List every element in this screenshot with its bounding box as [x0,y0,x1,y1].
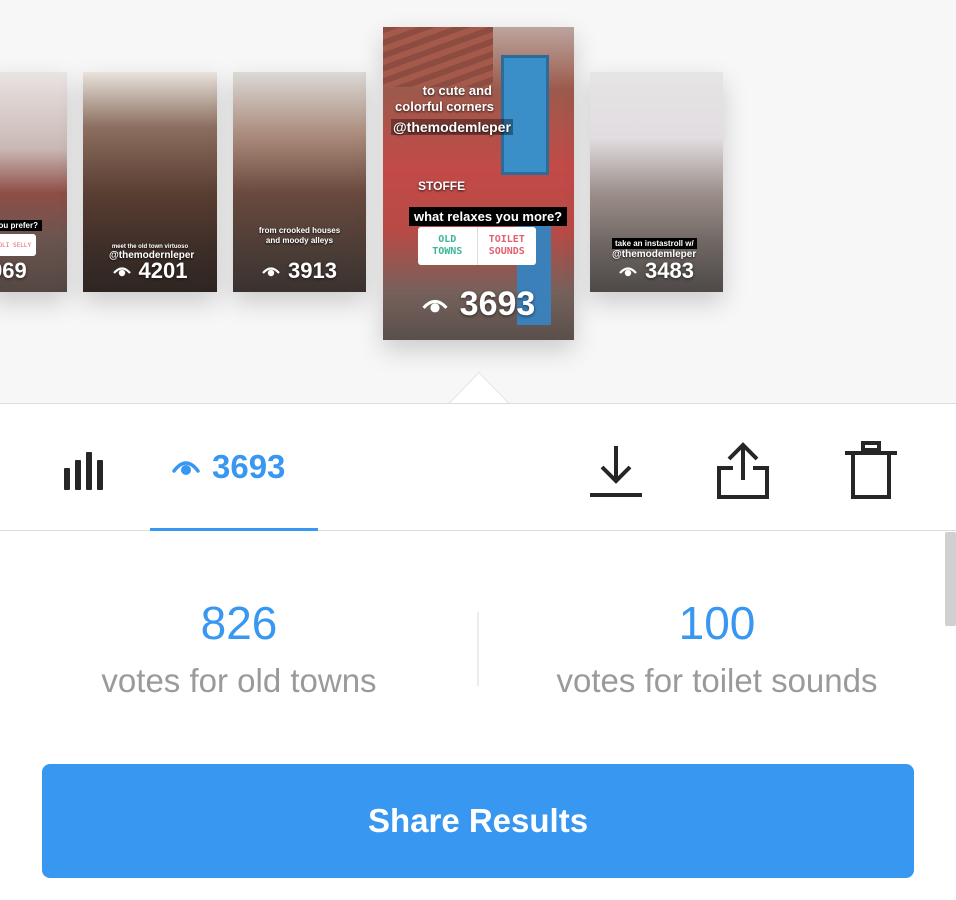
story-poll: TOLI SELLY [0,234,36,256]
vote-count: 826 [200,597,278,649]
story-view-count: 3693 [459,285,536,323]
vote-label: votes for old towns [101,662,377,699]
story-view-count: 3913 [288,258,337,283]
poll-result-option-b: 100 votes for toilet sounds [478,595,956,701]
eye-icon [619,267,637,277]
story-thumbnail[interactable]: meet the old town virtuoso @themodernlep… [83,72,217,292]
viewers-count: 3693 [212,448,286,485]
download-button[interactable] [586,440,646,500]
story-view-count: 969 [0,258,27,283]
poll-result-option-a: 826 votes for old towns [0,595,478,701]
vote-count: 100 [678,597,756,649]
story-views: 3693 [383,285,574,324]
tab-insights[interactable] [60,446,110,492]
story-question: you prefer? [0,220,43,231]
share-results-button[interactable]: Share Results [42,764,914,878]
story-question: what relaxes you more? [409,207,568,226]
story-caption: colorful corners [395,99,494,114]
tab-viewers[interactable]: 3693 [150,404,318,531]
story-handle: @themodemleper [391,119,513,135]
story-caption: take an instastroll w/ [612,238,697,249]
poll-option-b: TOLI SELLY [0,241,32,249]
insights-toolbar: 3693 [0,403,956,531]
poll-option-a: OLD TOWNS [418,227,478,265]
facade-window [501,55,549,175]
delete-button[interactable] [841,440,901,500]
story-thumbnail[interactable]: you prefer? TOLI SELLY 969 [0,72,67,292]
story-sign: STOFFE [418,179,466,193]
download-icon [590,446,642,497]
story-thumbnail-selected[interactable]: to cute and colorful corners @themodemle… [383,27,574,340]
share-icon [717,442,769,499]
story-caption: to cute and [422,83,492,98]
trash-icon [845,441,897,499]
story-caption: from crooked houses [258,226,341,235]
story-poll: OLD TOWNS TOILET SOUNDS [418,227,536,265]
eye-icon [422,299,448,312]
poll-option-b: TOILET SOUNDS [488,234,525,257]
eye-icon [112,267,131,277]
story-views: 3913 [233,258,366,284]
story-thumbnail[interactable]: take an instastroll w/ @themodemleper 34… [590,72,723,292]
story-insights-screen: you prefer? TOLI SELLY 969 meet the old … [0,0,956,900]
vote-label: votes for toilet sounds [556,662,878,699]
story-views: 4201 [83,258,217,284]
story-view-count: 4201 [138,258,188,283]
story-caption: and moody alleys [265,236,334,245]
story-thumbnail[interactable]: from crooked houses and moody alleys 391… [233,72,366,292]
story-view-count: 3483 [645,258,694,283]
active-tab-indicator [150,528,318,531]
eye-icon [262,267,280,277]
scrollbar[interactable] [945,532,956,626]
story-carousel[interactable]: you prefer? TOLI SELLY 969 meet the old … [0,0,956,404]
story-views: 3483 [590,258,723,284]
roof-shape [383,27,493,87]
eye-icon [172,461,200,475]
share-button[interactable] [713,440,773,500]
